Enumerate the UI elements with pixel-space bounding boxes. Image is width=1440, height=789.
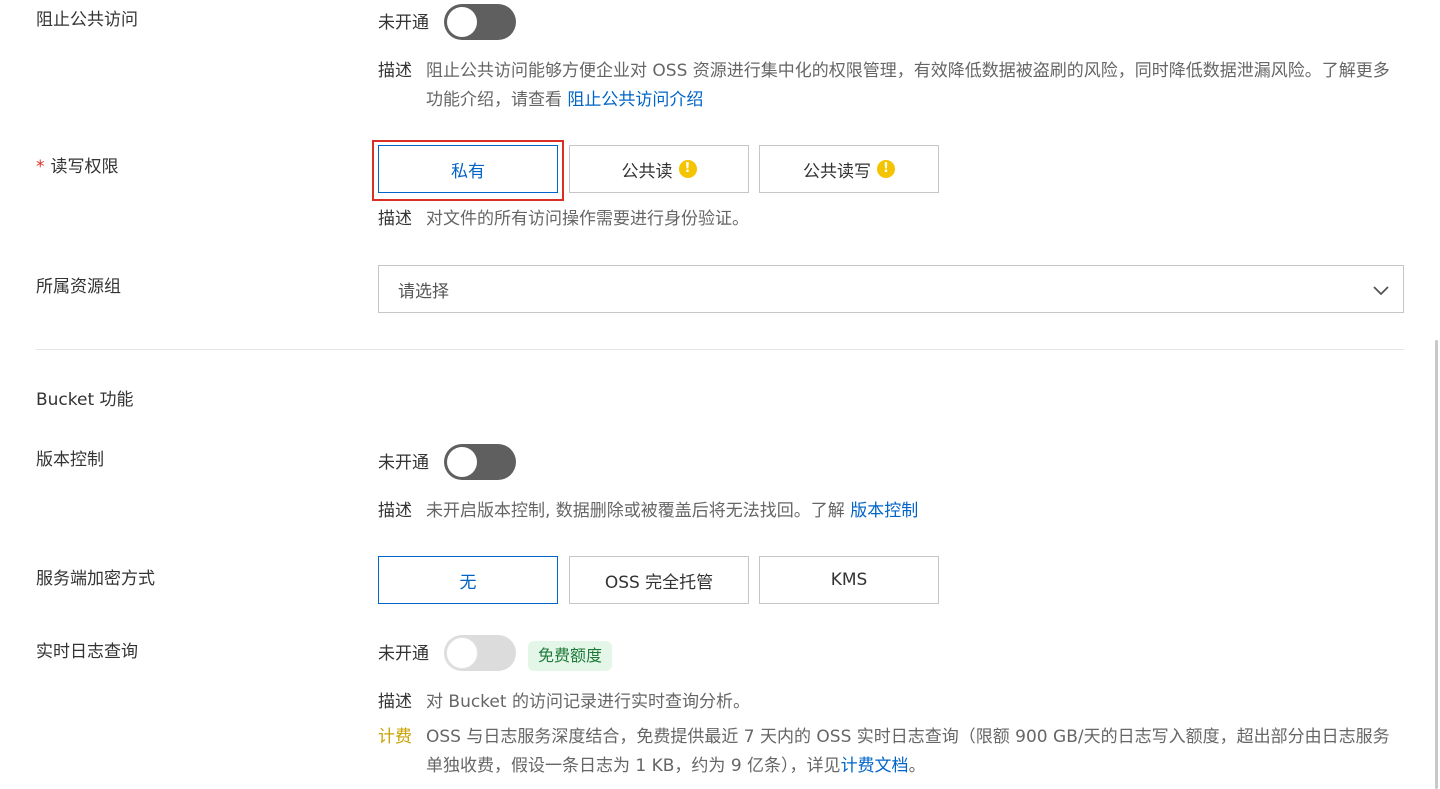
versioning-label: 版本控制 <box>36 450 104 470</box>
acl-option-public-read[interactable]: 公共读! <box>569 145 749 193</box>
realtime-log-fee-tail: 。 <box>908 756 926 776</box>
versioning-desc: 未开启版本控制, 数据删除或被覆盖后将无法找回。了解 版本控制 <box>426 497 918 526</box>
acl-label-text: 读写权限 <box>50 157 119 177</box>
realtime-log-label: 实时日志查询 <box>36 642 138 662</box>
encryption-option-kms-label: KMS <box>830 570 868 590</box>
block-public-access-desc: 阻止公共访问能够方便企业对 OSS 资源进行集中化的权限管理，有效降低数据被盗刷… <box>426 57 1394 115</box>
chevron-down-icon <box>1373 286 1389 296</box>
versioning-toggle[interactable] <box>444 444 516 480</box>
versioning-state: 未开通 <box>378 453 429 473</box>
toggle-knob <box>447 638 477 668</box>
acl-desc-text: 对文件的所有访问操作需要进行身份验证。 <box>426 209 749 229</box>
block-public-access-toggle[interactable] <box>444 4 516 40</box>
free-quota-badge: 免费额度 <box>528 641 613 671</box>
acl-label: * 读写权限 <box>36 155 119 179</box>
realtime-log-desc-text: 对 Bucket 的访问记录进行实时查询分析。 <box>426 692 750 712</box>
warning-icon: ! <box>678 160 697 178</box>
encryption-option-none-label: 无 <box>459 572 477 593</box>
encryption-option-kms[interactable]: KMS <box>759 556 939 604</box>
acl-option-public-read-label: 公共读 <box>621 161 673 182</box>
required-mark: * <box>36 157 45 177</box>
resource-group-label: 所属资源组 <box>36 277 121 297</box>
block-public-access-state: 未开通 <box>378 13 429 33</box>
acl-option-private[interactable]: 私有 <box>378 145 558 193</box>
realtime-log-fee: OSS 与日志服务深度结合，免费提供最近 7 天内的 OSS 实时日志查询（限额… <box>426 723 1394 781</box>
block-public-access-desc-key: 描述 <box>378 61 412 81</box>
resource-group-select[interactable]: 请选择 <box>378 265 1404 313</box>
encryption-option-oss-managed[interactable]: OSS 完全托管 <box>569 556 749 604</box>
acl-option-public-read-write-label: 公共读写 <box>803 161 871 182</box>
realtime-log-toggle[interactable] <box>444 635 516 671</box>
toggle-knob <box>447 7 477 37</box>
realtime-log-desc-key: 描述 <box>378 692 412 712</box>
versioning-desc-text: 未开启版本控制, 数据删除或被覆盖后将无法找回。了解 <box>426 501 845 521</box>
block-public-access-intro-link[interactable]: 阻止公共访问介绍 <box>567 90 703 110</box>
billing-doc-link[interactable]: 计费文档 <box>841 756 909 776</box>
resource-group-placeholder: 请选择 <box>398 282 449 302</box>
acl-option-public-read-write[interactable]: 公共读写! <box>759 145 939 193</box>
scrollbar[interactable] <box>1435 340 1438 789</box>
toggle-knob <box>447 447 477 477</box>
encryption-option-none[interactable]: 无 <box>378 556 558 604</box>
realtime-log-fee-key: 计费 <box>378 727 412 747</box>
encryption-label: 服务端加密方式 <box>36 569 155 589</box>
bucket-features-title: Bucket 功能 <box>36 390 134 410</box>
block-public-access-label: 阻止公共访问 <box>36 10 138 30</box>
encryption-option-oss-managed-label: OSS 完全托管 <box>604 572 714 593</box>
realtime-log-state: 未开通 <box>378 644 429 664</box>
warning-icon: ! <box>877 160 895 178</box>
acl-desc-key: 描述 <box>378 209 412 229</box>
acl-option-private-label: 私有 <box>451 161 485 182</box>
section-divider <box>36 349 1404 350</box>
versioning-desc-key: 描述 <box>378 501 412 521</box>
versioning-link[interactable]: 版本控制 <box>850 501 918 521</box>
